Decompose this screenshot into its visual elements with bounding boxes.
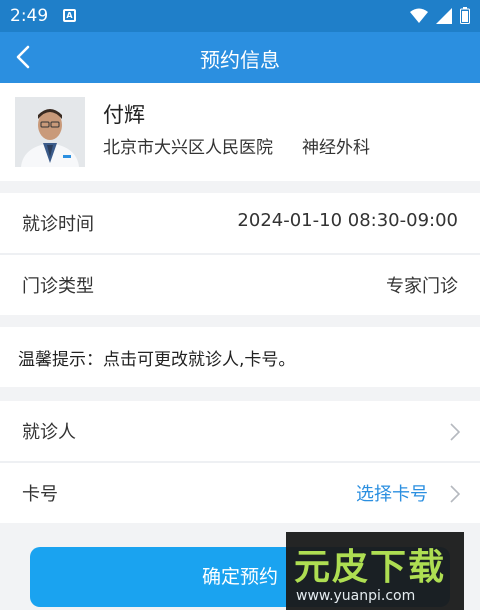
chevron-right-icon [450,423,460,441]
select-card-link[interactable]: 选择卡号 [356,480,428,506]
card-label: 卡号 [22,484,58,505]
patient-label: 就诊人 [22,422,76,443]
signal-icon [436,7,452,24]
clinic-type-row: 门诊类型 专家门诊 [0,255,480,315]
status-time: 2:49 [10,6,49,26]
patient-row[interactable]: 就诊人 [0,401,480,461]
appointment-time-label: 就诊时间 [22,214,94,235]
appointment-time-row: 就诊时间 2024-01-10 08:30-09:00 [0,193,480,253]
watermark-logo: 元皮下载 www.yuanpi.com [286,532,464,610]
doctor-department: 神经外科 [302,138,370,158]
doctor-photo-icon [15,97,85,167]
tip-text: 温馨提示：点击可更改就诊人,卡号。 [18,350,296,370]
appointment-time-value: 2024-01-10 08:30-09:00 [237,210,458,231]
status-bar: 2:49 A [0,0,480,32]
battery-icon [460,7,470,24]
doctor-hospital: 北京市大兴区人民医院 [103,138,273,158]
card-row[interactable]: 卡号 选择卡号 [0,463,480,523]
doctor-name: 付辉 [103,103,145,127]
clinic-type-value: 专家门诊 [386,276,458,297]
tip-banner: 温馨提示：点击可更改就诊人,卡号。 [0,327,480,387]
page-title: 预约信息 [200,48,280,72]
notification-icon: A [63,9,76,22]
watermark-url: www.yuanpi.com [296,588,416,604]
doctor-avatar [15,97,85,167]
doctor-card: 付辉 北京市大兴区人民医院 神经外科 [0,83,480,181]
clinic-type-label: 门诊类型 [22,276,94,297]
wifi-icon [410,8,428,23]
system-icons [410,7,470,24]
chevron-right-icon [450,485,460,503]
nav-bar: 预约信息 [0,32,480,83]
watermark-brand: 元皮下载 [294,547,447,588]
